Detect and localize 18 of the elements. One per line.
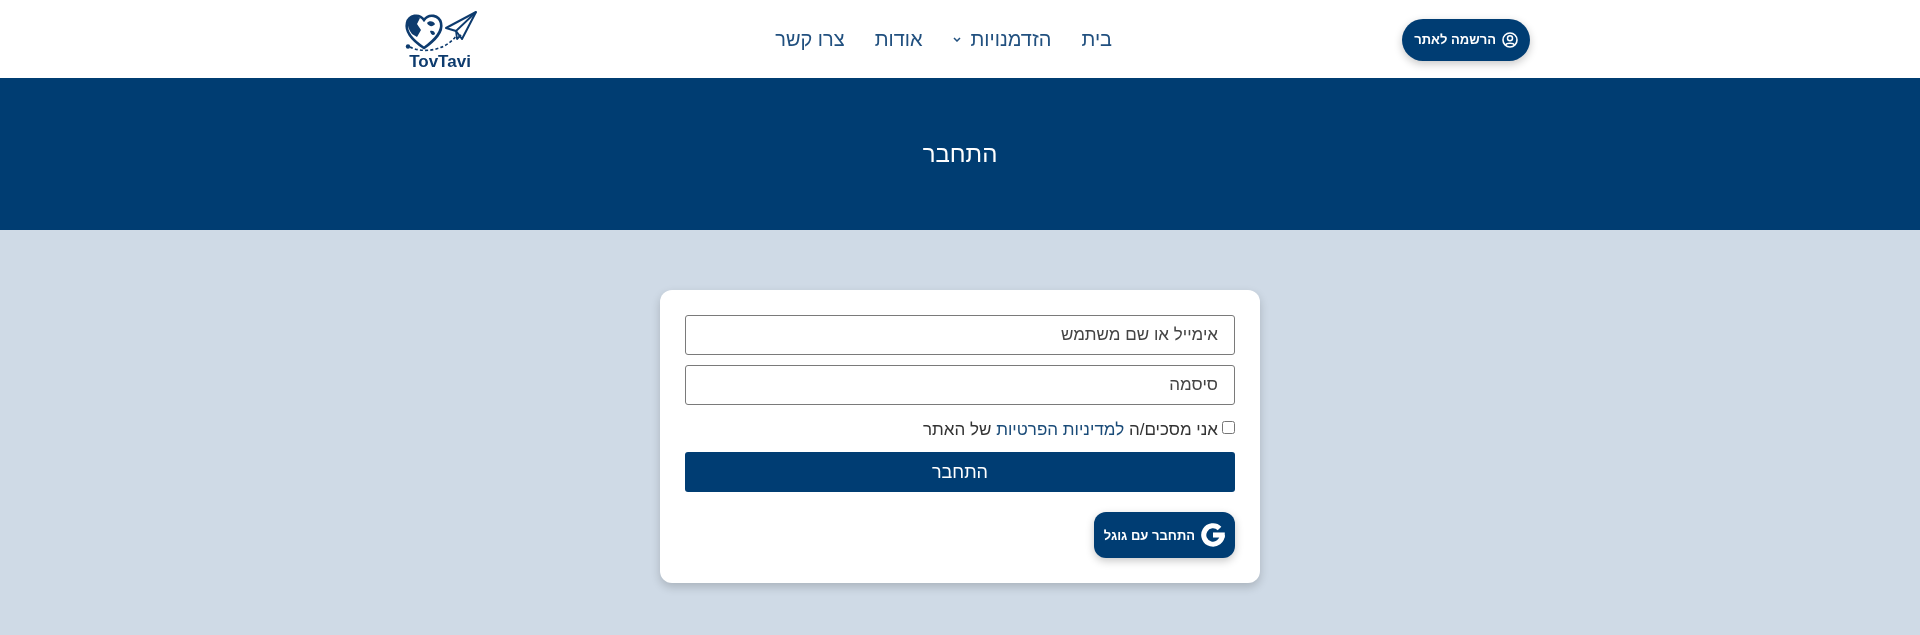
g-logo-icon <box>1201 523 1225 547</box>
heart-globe-plane-logo-icon <box>402 9 478 52</box>
agreement-text: אני מסכים/ה למדיניות הפרטיות של האתר <box>923 420 1218 440</box>
nav-link[interactable]: הזדמנויות <box>952 27 1052 51</box>
page-title: התחבר <box>922 139 998 169</box>
nav-link[interactable]: אודות <box>874 27 923 51</box>
chevron-down-icon <box>952 36 961 42</box>
nav-link[interactable]: בית <box>1081 27 1113 51</box>
login-button[interactable]: התחבר <box>685 452 1235 492</box>
nav-link[interactable]: צרו קשר <box>775 27 845 51</box>
logo-text: TovTavi <box>409 51 471 71</box>
user-circle-icon <box>1502 31 1518 48</box>
agreement-checkbox[interactable] <box>1222 420 1235 434</box>
google-login-button[interactable]: התחבר עם גוגל <box>1093 512 1235 558</box>
privacy-policy-link[interactable]: למדיניות הפרטיות <box>996 420 1125 439</box>
register-button[interactable]: הרשמה לאתר <box>1402 18 1530 61</box>
email-field[interactable]: אימייל או שם משתמש <box>685 315 1235 355</box>
password-field[interactable]: סיסמה <box>685 365 1235 405</box>
